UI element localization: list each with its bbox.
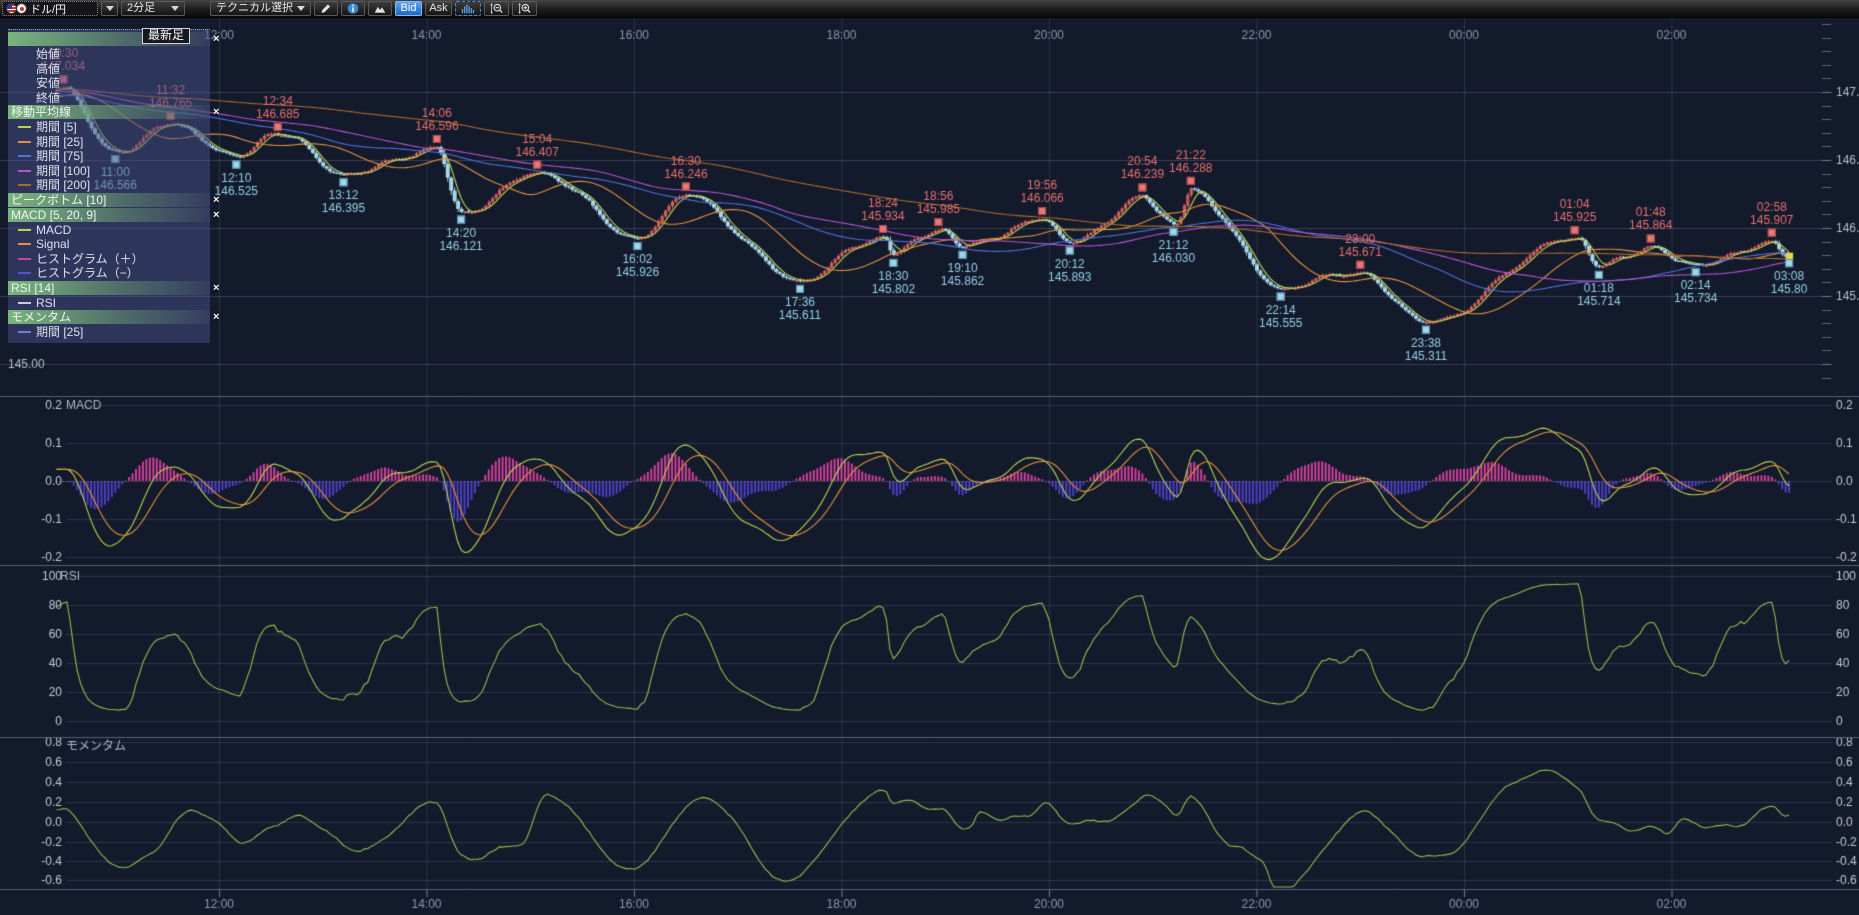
legend-item: 高値 — [8, 62, 210, 77]
legend-item: 期間 [5] — [8, 120, 210, 135]
close-icon[interactable]: × — [213, 32, 219, 46]
histogram-icon — [461, 3, 475, 14]
zoom-out-button[interactable] — [484, 1, 509, 16]
close-icon[interactable]: × — [213, 310, 219, 324]
toolbar: ドル/円 2分足 テクニカル選択 Bid — [0, 0, 1859, 18]
currency-pair-label: ドル/円 — [30, 1, 66, 17]
legend-swatch — [18, 184, 31, 186]
chevron-down-icon — [171, 6, 179, 11]
histogram-mode-button[interactable] — [455, 1, 481, 16]
close-icon[interactable]: × — [213, 193, 219, 207]
chevron-down-icon — [106, 6, 114, 11]
legend-item: 期間 [75] — [8, 149, 210, 164]
area-chart-icon — [374, 3, 386, 15]
technical-select-label: テクニカル選択 — [216, 3, 293, 14]
technical-select-button[interactable]: テクニカル選択 — [210, 1, 311, 16]
timeframe-label: 2分足 — [127, 3, 155, 14]
legend-item: 始値 — [8, 47, 210, 62]
legend-section-header-macd: MACD [5, 20, 9]× — [8, 208, 210, 222]
currency-pair-selector[interactable]: ドル/円 — [2, 1, 98, 16]
legend-item: Signal — [8, 237, 210, 252]
legend-item: RSI — [8, 296, 210, 311]
indicator-legend-panel: ×始値高値安値終値移動平均線×期間 [5]期間 [25]期間 [75]期間 [1… — [8, 29, 210, 343]
timeframe-selector[interactable]: 2分足 — [121, 1, 185, 16]
legend-item-label: ヒストグラム（＋） — [36, 252, 144, 267]
ask-label: Ask — [429, 3, 447, 14]
legend-swatch — [18, 258, 31, 260]
legend-swatch — [18, 155, 31, 157]
close-icon[interactable]: × — [213, 281, 219, 295]
legend-section-header-rsi: RSI [14]× — [8, 281, 210, 295]
japan-flag-icon — [16, 3, 27, 14]
legend-item-label: RSI — [36, 296, 56, 311]
chevron-down-icon — [297, 6, 305, 11]
legend-swatch — [18, 229, 31, 231]
legend-item: ヒストグラム（＋） — [8, 252, 210, 267]
pencil-icon — [320, 2, 332, 15]
chart-style-button[interactable] — [368, 1, 392, 16]
legend-item: 終値 — [8, 91, 210, 106]
close-icon[interactable]: × — [213, 105, 219, 119]
legend-swatch — [18, 170, 31, 172]
zoom-in-icon — [518, 2, 531, 15]
zoom-out-icon — [490, 2, 503, 15]
legend-swatch — [18, 243, 31, 245]
legend-item-label: 終値 — [36, 91, 60, 106]
legend-item: MACD — [8, 223, 210, 238]
legend-item-label: 安値 — [36, 76, 60, 91]
legend-section-title: MACD [5, 20, 9] — [11, 208, 96, 222]
zoom-in-button[interactable] — [512, 1, 537, 16]
legend-section-title: ピークボトム [10] — [11, 193, 106, 207]
legend-item-label: 期間 [25] — [36, 325, 83, 340]
legend-section-title: モメンタム — [11, 310, 71, 324]
legend-section-header-ma: 移動平均線× — [8, 105, 210, 119]
legend-item-label: 期間 [25] — [36, 135, 83, 150]
legend-item: 安値 — [8, 76, 210, 91]
draw-pencil-button[interactable] — [314, 1, 338, 16]
legend-item-label: 期間 [200] — [36, 178, 90, 193]
legend-item-label: 期間 [5] — [36, 120, 77, 135]
legend-swatch — [18, 302, 31, 304]
legend-swatch — [18, 272, 31, 274]
close-icon[interactable]: × — [213, 208, 219, 222]
legend-item-label: ヒストグラム（−） — [36, 266, 139, 281]
bid-button[interactable]: Bid — [395, 1, 422, 16]
legend-item: ヒストグラム（−） — [8, 266, 210, 281]
bid-label: Bid — [401, 3, 417, 14]
legend-section-title: RSI [14] — [11, 281, 54, 295]
ask-button[interactable]: Ask — [425, 1, 452, 16]
legend-item-label: MACD — [36, 223, 71, 238]
pair-dropdown-button[interactable] — [101, 1, 118, 16]
legend-item: 期間 [25] — [8, 135, 210, 150]
legend-item-label: 高値 — [36, 62, 60, 77]
legend-item: 期間 [100] — [8, 164, 210, 179]
legend-section-title: 移動平均線 — [11, 105, 71, 119]
chart-window: ドル/円 2分足 テクニカル選択 Bid — [0, 0, 1859, 915]
legend-section-header-momentum: モメンタム× — [8, 310, 210, 324]
info-icon — [347, 2, 359, 15]
legend-swatch — [18, 141, 31, 143]
legend-item-label: Signal — [36, 237, 69, 252]
legend-item-label: 始値 — [36, 47, 60, 62]
legend-item: 期間 [200] — [8, 178, 210, 193]
chart-canvas[interactable] — [0, 0, 1859, 915]
info-button[interactable] — [341, 1, 365, 16]
legend-section-header-peakbottom: ピークボトム [10]× — [8, 193, 210, 207]
legend-item-label: 期間 [100] — [36, 164, 90, 179]
legend-swatch — [18, 331, 31, 333]
legend-item-label: 期間 [75] — [36, 149, 83, 164]
legend-swatch — [18, 126, 31, 128]
latest-candle-tooltip: 最新足 — [142, 28, 190, 44]
legend-item: 期間 [25] — [8, 325, 210, 340]
